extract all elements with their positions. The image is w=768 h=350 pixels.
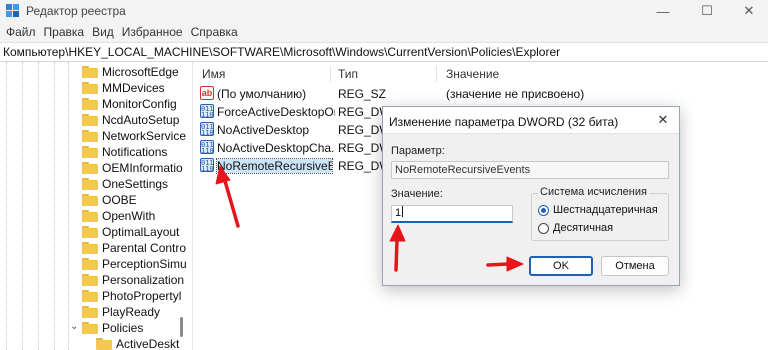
parameter-label: Параметр: <box>391 145 445 157</box>
tree-item-playready[interactable]: PlayReady <box>82 303 160 320</box>
text-caret <box>402 206 404 217</box>
tree-item-notifications[interactable]: Notifications <box>82 143 167 160</box>
folder-icon <box>82 177 98 190</box>
binary-value-icon: 011 110 <box>200 122 214 137</box>
dialog-close-icon[interactable]: ✕ <box>653 112 673 128</box>
folder-open-icon <box>82 321 98 334</box>
parameter-name-field: NoRemoteRecursiveEvents <box>391 161 669 179</box>
value-type: REG_SZ <box>338 87 387 101</box>
binary-value-icon: 011 110 <box>200 104 214 119</box>
ok-button[interactable]: OK <box>529 256 593 276</box>
string-value-icon: ab <box>200 86 214 100</box>
tree-guide-lines <box>0 62 70 350</box>
registry-tree: MicrosoftEdge MMDevices MonitorConfig Nc… <box>0 62 190 350</box>
value-name: NoActiveDesktop <box>217 123 310 137</box>
folder-icon <box>82 273 98 286</box>
folder-icon <box>82 81 98 94</box>
menu-edit[interactable]: Правка <box>42 25 91 39</box>
value-name: (По умолчанию) <box>217 87 307 101</box>
base-group-label: Система исчисления <box>538 186 649 198</box>
radio-decimal[interactable]: Десятичная <box>538 222 613 234</box>
value-data: (значение не присвоено) <box>446 87 585 101</box>
tree-item-networkservice[interactable]: NetworkService <box>82 127 186 144</box>
tree-item-oeminformation[interactable]: OEMInformatio <box>82 159 183 176</box>
folder-icon <box>82 241 98 254</box>
dialog-title: Изменение параметра DWORD (32 бита) <box>389 115 619 129</box>
folder-icon <box>82 289 98 302</box>
maximize-button[interactable]: ☐ <box>686 0 728 22</box>
minimize-button[interactable]: — <box>642 0 684 22</box>
cancel-button[interactable]: Отмена <box>601 256 669 276</box>
menu-view[interactable]: Вид <box>90 25 120 39</box>
tree-item-activedesktop[interactable]: ActiveDeskt <box>96 335 179 350</box>
folder-icon <box>82 145 98 158</box>
menu-file[interactable]: Файл <box>4 25 42 39</box>
folder-icon <box>82 113 98 126</box>
column-header-value[interactable]: Значение <box>446 67 499 81</box>
values-list-header: Имя Тип Значение <box>196 64 768 84</box>
value-input[interactable]: 1 <box>391 205 513 223</box>
folder-icon <box>82 161 98 174</box>
tree-item-oobe[interactable]: OOBE <box>82 191 137 208</box>
folder-icon <box>82 129 98 142</box>
folder-icon <box>82 193 98 206</box>
tree-item-photopropertyhandler[interactable]: PhotoPropertyl <box>82 287 181 304</box>
value-name: NoActiveDesktopCha... <box>217 141 335 155</box>
menu-favorites[interactable]: Избранное <box>120 25 189 39</box>
value-label: Значение: <box>391 188 443 200</box>
tree-item-mmdevices[interactable]: MMDevices <box>82 79 165 96</box>
folder-icon <box>96 337 112 350</box>
close-button[interactable]: ✕ <box>728 0 768 22</box>
collapse-chevron-icon[interactable]: ⌄ <box>70 321 78 332</box>
address-bar[interactable]: Компьютер\HKEY_LOCAL_MACHINE\SOFTWARE\Mi… <box>0 42 768 62</box>
regedit-app-icon <box>6 4 20 18</box>
tree-item-personalization[interactable]: Personalization <box>82 271 184 288</box>
menu-help[interactable]: Справка <box>189 25 244 39</box>
binary-value-icon: 011 110 <box>200 158 214 173</box>
value-name: NoRemoteRecursiveE... <box>216 158 333 174</box>
tree-item-microsoftedge[interactable]: MicrosoftEdge <box>82 63 179 80</box>
folder-icon <box>82 257 98 270</box>
tree-item-openwith[interactable]: OpenWith <box>82 207 155 224</box>
menu-bar: Файл Правка Вид Избранное Справка <box>0 22 768 42</box>
folder-icon <box>82 97 98 110</box>
window-title: Редактор реестра <box>26 4 126 18</box>
value-name: ForceActiveDesktopOn <box>217 105 335 119</box>
radio-unselected-icon <box>538 222 549 234</box>
tree-item-monitorconfig[interactable]: MonitorConfig <box>82 95 177 112</box>
tree-item-onesettings[interactable]: OneSettings <box>82 175 168 192</box>
tree-item-optimallayout[interactable]: OptimalLayout <box>82 223 179 240</box>
folder-icon <box>82 305 98 318</box>
folder-icon <box>82 65 98 78</box>
tree-item-perceptionsimulation[interactable]: PerceptionSimu <box>82 255 187 272</box>
tree-item-ncdautosetup[interactable]: NcdAutoSetup <box>82 111 179 128</box>
column-divider[interactable] <box>436 66 437 82</box>
dialog-title-bar[interactable]: Изменение параметра DWORD (32 бита) ✕ <box>383 107 679 133</box>
folder-icon <box>82 225 98 238</box>
list-row[interactable]: ab (По умолчанию) REG_SZ (значение не пр… <box>200 85 760 103</box>
folder-icon <box>82 209 98 222</box>
tree-item-parentalcontrols[interactable]: Parental Contro <box>82 239 186 256</box>
column-header-name[interactable]: Имя <box>202 67 225 81</box>
edit-dword-dialog: Изменение параметра DWORD (32 бита) ✕ Па… <box>382 106 680 286</box>
column-divider[interactable] <box>330 66 331 82</box>
tree-scrollbar-thumb[interactable] <box>180 317 183 337</box>
arrow-to-row-icon <box>215 165 240 228</box>
pane-splitter[interactable] <box>192 62 193 350</box>
binary-value-icon: 011 110 <box>200 140 214 155</box>
column-header-type[interactable]: Тип <box>338 67 358 81</box>
radio-hexadecimal[interactable]: Шестнадцатеричная <box>538 204 658 216</box>
tree-item-policies[interactable]: Policies <box>82 319 143 336</box>
base-groupbox: Система исчисления Шестнадцатеричная Дес… <box>531 186 669 241</box>
dialog-body: Параметр: NoRemoteRecursiveEvents Значен… <box>383 133 679 285</box>
title-bar: Редактор реестра — ☐ ✕ <box>0 0 768 22</box>
radio-selected-icon <box>538 204 549 216</box>
